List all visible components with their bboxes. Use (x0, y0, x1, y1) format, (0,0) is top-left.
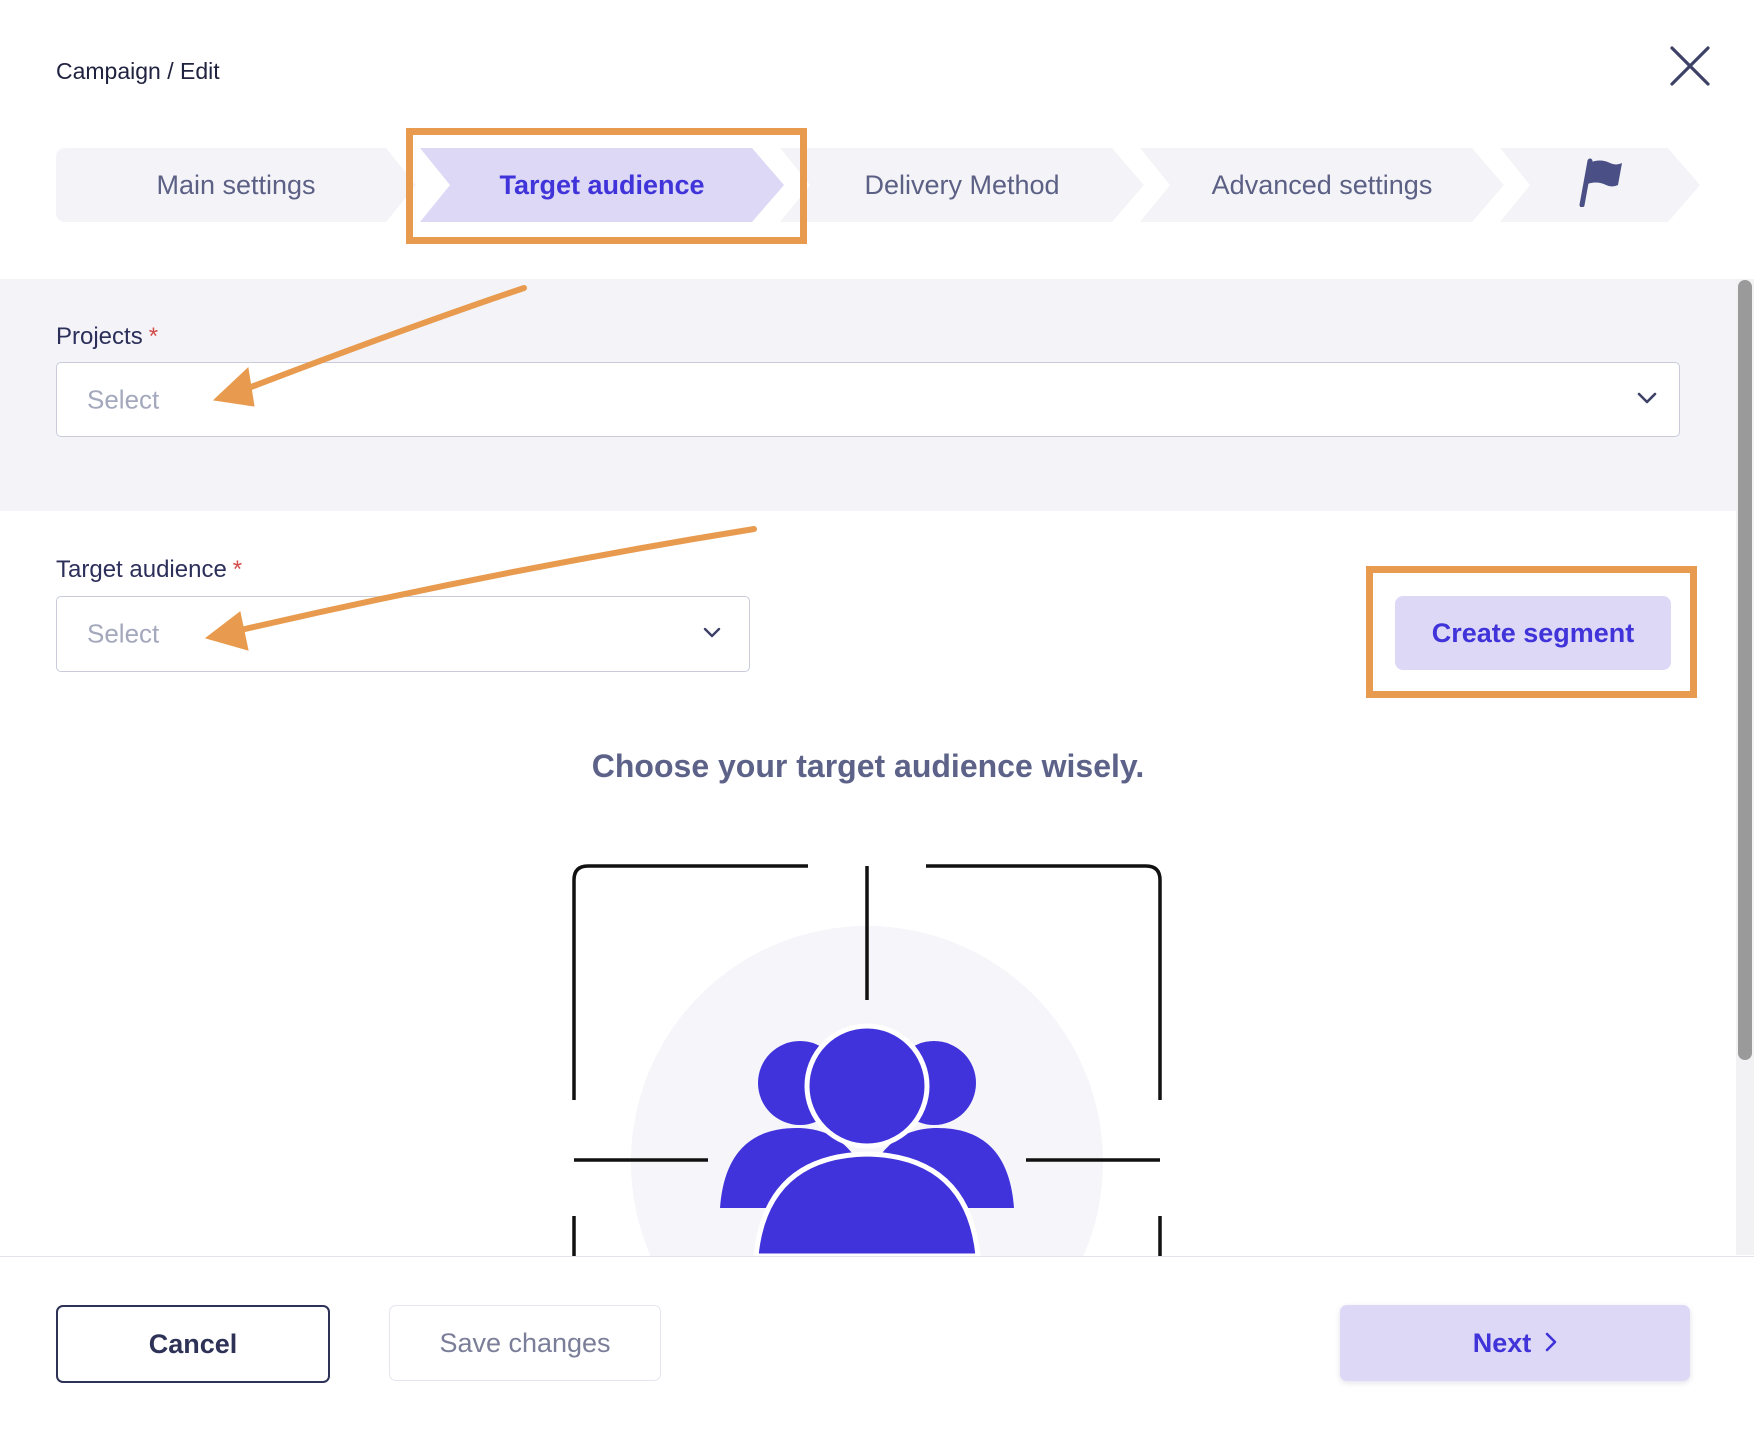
annotation-arrow (212, 285, 527, 407)
step-label: Advanced settings (1211, 169, 1433, 200)
step-label: Target audience (499, 169, 705, 200)
flag-icon (1576, 157, 1624, 214)
step-label: Delivery Method (864, 169, 1060, 200)
annotation-arrows (204, 285, 757, 651)
annotation-arrow (204, 526, 757, 651)
step-label: Main settings (156, 169, 316, 200)
